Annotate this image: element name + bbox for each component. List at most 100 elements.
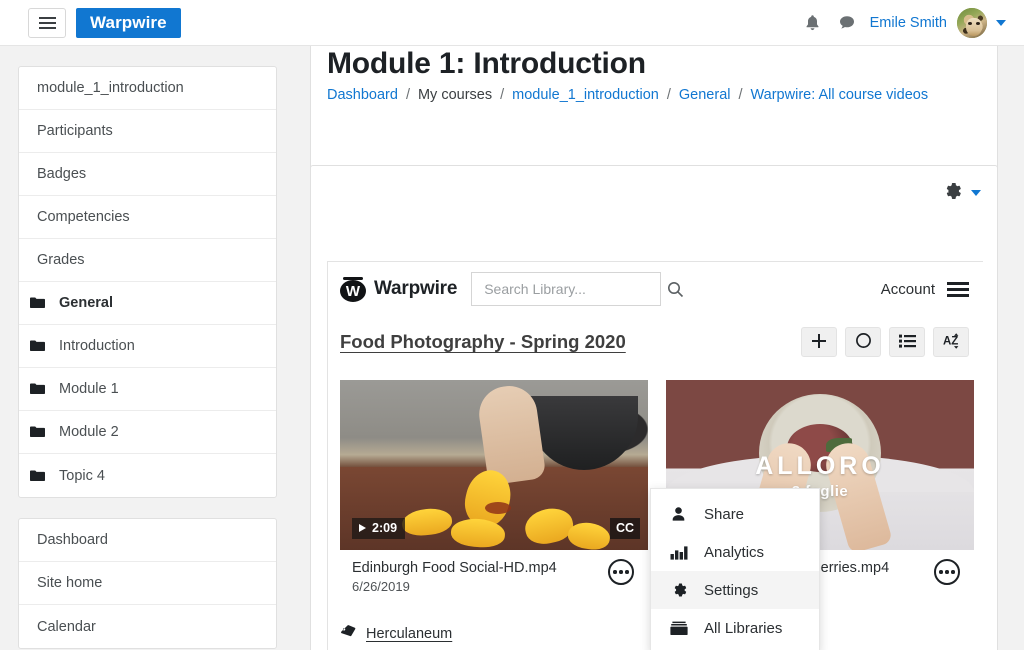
sidebar-item-calendar[interactable]: Calendar: [19, 605, 276, 648]
add-media-button[interactable]: [801, 327, 837, 357]
menu-item-label: Analytics: [704, 543, 765, 561]
sidebar-item-label: Module 1: [59, 381, 119, 397]
page-background-strip: [1006, 92, 1024, 650]
user-name-link[interactable]: Emile Smith: [870, 15, 947, 31]
sidebar-item-general[interactable]: General: [19, 282, 276, 325]
warpwire-logo[interactable]: W Warpwire: [340, 276, 457, 302]
library-context-menu: Share Analytics Settings All Libraries: [650, 488, 820, 650]
sidebar-item-label: Site home: [37, 575, 103, 591]
menu-item-all-libraries[interactable]: All Libraries: [651, 609, 819, 647]
media-date: 6/26/2019: [352, 579, 410, 594]
account-link[interactable]: Account: [881, 281, 935, 298]
sidebar-item-topic-4[interactable]: Topic 4: [19, 454, 276, 497]
list-icon: [898, 334, 916, 351]
sidebar-item-module-1[interactable]: Module 1: [19, 368, 276, 411]
sidebar-group-site: Dashboard Site home Calendar: [18, 518, 277, 649]
sidebar-item-label: Badges: [37, 166, 87, 182]
sidebar-item-module-2[interactable]: Module 2: [19, 411, 276, 454]
sidebar-item-dashboard[interactable]: Dashboard: [19, 519, 276, 562]
breadcrumb: Dashboard / My courses / module_1_introd…: [327, 87, 928, 103]
course-sidebar: module_1_introduction Participants Badge…: [0, 46, 295, 650]
sidebar-item-introduction[interactable]: Introduction: [19, 325, 276, 368]
breadcrumb-separator: /: [405, 87, 410, 103]
warpwire-library-toolbar: Food Photography - Spring 2020 AZ: [340, 320, 969, 364]
brand-button[interactable]: Warpwire: [76, 7, 181, 38]
menu-item-label: All Libraries: [704, 619, 783, 637]
sidebar-item-competencies[interactable]: Competencies: [19, 196, 276, 239]
warpwire-header: W Warpwire Account: [328, 262, 983, 316]
drawer-toggle-button[interactable]: [28, 7, 66, 38]
media-options-button[interactable]: [608, 559, 634, 585]
sidebar-item-grades[interactable]: Grades: [19, 239, 276, 282]
chevron-down-icon[interactable]: [971, 189, 981, 196]
person-icon: [669, 506, 688, 523]
library-action-buttons: AZ: [801, 327, 969, 357]
sidebar-item-module_1_introduction[interactable]: module_1_introduction: [19, 67, 276, 110]
breadcrumb-separator: /: [738, 87, 743, 103]
sidebar-item-site-home[interactable]: Site home: [19, 562, 276, 605]
sidebar-item-label: Topic 4: [59, 467, 105, 484]
breadcrumb-item-warpwire-all-course-videos[interactable]: Warpwire: All course videos: [751, 87, 929, 103]
gear-icon: [669, 581, 688, 599]
menu-item-settings[interactable]: Settings: [651, 571, 819, 609]
gear-icon[interactable]: [941, 180, 963, 205]
warpwire-logo-icon: W: [340, 276, 366, 302]
menu-item-label: Share: [704, 505, 745, 523]
user-avatar[interactable]: [957, 7, 987, 38]
sort-button[interactable]: AZ: [933, 327, 969, 357]
media-thumbnail[interactable]: 2:09 CC: [340, 380, 648, 550]
search-input[interactable]: [482, 280, 668, 298]
menu-item-label: Settings: [704, 581, 759, 599]
sidebar-item-badges[interactable]: Badges: [19, 153, 276, 196]
breadcrumb-item-my-courses: My courses: [417, 87, 493, 103]
sidebar-item-label: Module 2: [59, 424, 119, 440]
search-library-field[interactable]: [471, 272, 684, 306]
sidebar-item-label: Calendar: [37, 618, 96, 635]
tag-icon: [340, 624, 357, 643]
breadcrumb-item-module_1_introduction[interactable]: module_1_introduction: [512, 87, 659, 103]
folder-icon: [30, 340, 45, 352]
breadcrumb-separator: /: [500, 87, 505, 103]
speech-bubble-icon[interactable]: [830, 6, 864, 40]
menu-item-analytics[interactable]: Analytics: [651, 533, 819, 571]
sidebar-item-label: General: [59, 295, 113, 311]
duration-label: 2:09: [372, 521, 398, 535]
media-card[interactable]: 2:09 CC Edinburgh Food Social-HD.mp4 6/2…: [340, 380, 648, 604]
record-button[interactable]: [845, 327, 881, 357]
breadcrumb-item-dashboard[interactable]: Dashboard: [327, 87, 398, 103]
tag-label[interactable]: Herculaneum: [366, 626, 452, 642]
media-meta: Edinburgh Food Social-HD.mp4 6/26/2019: [340, 550, 648, 604]
folder-icon: [30, 383, 45, 395]
bell-icon[interactable]: [796, 6, 830, 40]
library-title[interactable]: Food Photography - Spring 2020: [340, 331, 626, 353]
media-options-button[interactable]: [934, 559, 960, 585]
menu-item-share[interactable]: Share: [651, 495, 819, 533]
chevron-down-icon[interactable]: [996, 19, 1006, 26]
libraries-icon: [669, 621, 688, 636]
plus-icon: [811, 333, 827, 352]
page-header-card: Module 1: Introduction Dashboard / My co…: [310, 46, 998, 181]
activity-settings-menu: [941, 180, 981, 205]
sidebar-item-label: Competencies: [37, 209, 130, 225]
search-icon[interactable]: [667, 281, 684, 298]
hamburger-icon[interactable]: [947, 279, 969, 300]
play-icon: [359, 524, 366, 532]
media-title: Edinburgh Food Social-HD.mp4: [352, 560, 557, 576]
captions-badge: CC: [609, 518, 640, 539]
page-title: Module 1: Introduction: [327, 47, 646, 80]
breadcrumb-separator: /: [666, 87, 671, 103]
sidebar-group-course: module_1_introduction Participants Badge…: [18, 66, 277, 498]
page-region: Module 1: Introduction Dashboard / My co…: [295, 46, 1024, 650]
svg-text:AZ: AZ: [943, 335, 958, 347]
sidebar-item-label: Grades: [37, 252, 85, 268]
top-navbar: Warpwire Emile Smith: [0, 0, 1024, 46]
circle-icon: [855, 332, 872, 352]
folder-icon: [30, 426, 45, 438]
sidebar-item-label: Dashboard: [37, 532, 108, 548]
bar-chart-icon: [669, 545, 688, 560]
sidebar-item-participants[interactable]: Participants: [19, 110, 276, 153]
breadcrumb-item-general[interactable]: General: [679, 87, 731, 103]
navbar-right-group: Emile Smith: [796, 6, 1006, 40]
list-view-button[interactable]: [889, 327, 925, 357]
sidebar-item-label: Introduction: [59, 338, 135, 354]
